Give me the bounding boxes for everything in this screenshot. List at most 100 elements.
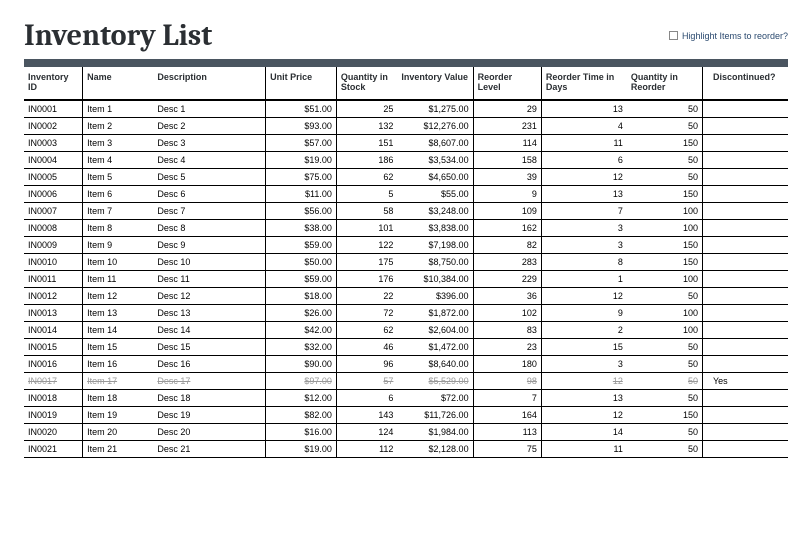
cell-quantity-reorder: 50	[627, 440, 703, 457]
cell-reorder-time: 12	[541, 287, 626, 304]
cell-discontinued	[703, 134, 789, 151]
table-row: IN0020Item 20Desc 20$16.00124$1,984.0011…	[24, 423, 788, 440]
cell-reorder-time: 4	[541, 117, 626, 134]
cell-inventory-id: IN0012	[24, 287, 83, 304]
cell-description: Desc 10	[153, 253, 265, 270]
cell-reorder-level: 29	[473, 100, 541, 118]
cell-unit-price: $19.00	[266, 440, 337, 457]
cell-discontinued	[703, 338, 789, 355]
cell-description: Desc 3	[153, 134, 265, 151]
col-reorder-level: Reorder Level	[473, 67, 541, 100]
cell-reorder-level: 109	[473, 202, 541, 219]
cell-discontinued	[703, 321, 789, 338]
col-reorder-time: Reorder Time in Days	[541, 67, 626, 100]
cell-name: Item 14	[83, 321, 154, 338]
cell-quantity-in-stock: 57	[336, 372, 397, 389]
cell-name: Item 15	[83, 338, 154, 355]
highlight-reorder-checkbox[interactable]: Highlight Items to reorder?	[669, 31, 788, 41]
cell-reorder-time: 7	[541, 202, 626, 219]
cell-reorder-time: 12	[541, 168, 626, 185]
cell-description: Desc 2	[153, 117, 265, 134]
cell-reorder-level: 7	[473, 389, 541, 406]
cell-reorder-time: 12	[541, 372, 626, 389]
cell-quantity-in-stock: 143	[336, 406, 397, 423]
cell-reorder-time: 6	[541, 151, 626, 168]
cell-description: Desc 11	[153, 270, 265, 287]
cell-unit-price: $97.00	[266, 372, 337, 389]
cell-quantity-reorder: 50	[627, 287, 703, 304]
cell-quantity-in-stock: 6	[336, 389, 397, 406]
cell-quantity-in-stock: 5	[336, 185, 397, 202]
cell-reorder-time: 15	[541, 338, 626, 355]
cell-inventory-id: IN0015	[24, 338, 83, 355]
cell-reorder-level: 162	[473, 219, 541, 236]
cell-reorder-level: 23	[473, 338, 541, 355]
cell-quantity-reorder: 50	[627, 168, 703, 185]
cell-reorder-time: 3	[541, 355, 626, 372]
table-header-row: Inventory ID Name Description Unit Price…	[24, 67, 788, 100]
cell-reorder-level: 158	[473, 151, 541, 168]
cell-unit-price: $38.00	[266, 219, 337, 236]
cell-inventory-value: $10,384.00	[397, 270, 473, 287]
cell-reorder-time: 13	[541, 100, 626, 118]
cell-unit-price: $32.00	[266, 338, 337, 355]
cell-description: Desc 14	[153, 321, 265, 338]
cell-reorder-level: 102	[473, 304, 541, 321]
cell-inventory-id: IN0005	[24, 168, 83, 185]
cell-inventory-value: $72.00	[397, 389, 473, 406]
cell-inventory-id: IN0004	[24, 151, 83, 168]
cell-quantity-in-stock: 176	[336, 270, 397, 287]
cell-name: Item 13	[83, 304, 154, 321]
cell-quantity-reorder: 50	[627, 372, 703, 389]
inventory-sheet: Inventory List Highlight Items to reorde…	[0, 0, 812, 470]
cell-reorder-level: 83	[473, 321, 541, 338]
cell-inventory-value: $3,534.00	[397, 151, 473, 168]
col-description: Description	[153, 67, 265, 100]
cell-inventory-id: IN0002	[24, 117, 83, 134]
cell-unit-price: $75.00	[266, 168, 337, 185]
cell-reorder-level: 231	[473, 117, 541, 134]
cell-inventory-value: $1,872.00	[397, 304, 473, 321]
cell-unit-price: $59.00	[266, 270, 337, 287]
cell-quantity-reorder: 150	[627, 253, 703, 270]
cell-inventory-id: IN0010	[24, 253, 83, 270]
cell-unit-price: $12.00	[266, 389, 337, 406]
cell-quantity-in-stock: 124	[336, 423, 397, 440]
cell-unit-price: $59.00	[266, 236, 337, 253]
cell-discontinued	[703, 355, 789, 372]
cell-name: Item 8	[83, 219, 154, 236]
cell-description: Desc 15	[153, 338, 265, 355]
cell-discontinued: Yes	[703, 372, 789, 389]
cell-quantity-in-stock: 122	[336, 236, 397, 253]
cell-unit-price: $26.00	[266, 304, 337, 321]
cell-discontinued	[703, 202, 789, 219]
cell-discontinued	[703, 100, 789, 118]
header-rule	[24, 59, 788, 67]
cell-reorder-time: 13	[541, 185, 626, 202]
table-row: IN0011Item 11Desc 11$59.00176$10,384.002…	[24, 270, 788, 287]
cell-quantity-in-stock: 112	[336, 440, 397, 457]
cell-inventory-value: $7,198.00	[397, 236, 473, 253]
cell-quantity-in-stock: 96	[336, 355, 397, 372]
col-name: Name	[83, 67, 154, 100]
cell-reorder-time: 1	[541, 270, 626, 287]
cell-reorder-level: 36	[473, 287, 541, 304]
cell-quantity-reorder: 150	[627, 236, 703, 253]
cell-name: Item 7	[83, 202, 154, 219]
cell-reorder-level: 164	[473, 406, 541, 423]
cell-name: Item 16	[83, 355, 154, 372]
cell-reorder-time: 3	[541, 219, 626, 236]
cell-inventory-value: $2,128.00	[397, 440, 473, 457]
cell-reorder-time: 12	[541, 406, 626, 423]
cell-description: Desc 16	[153, 355, 265, 372]
cell-name: Item 4	[83, 151, 154, 168]
cell-discontinued	[703, 236, 789, 253]
cell-reorder-time: 11	[541, 134, 626, 151]
cell-quantity-in-stock: 132	[336, 117, 397, 134]
table-row: IN0015Item 15Desc 15$32.0046$1,472.00231…	[24, 338, 788, 355]
cell-reorder-level: 98	[473, 372, 541, 389]
cell-quantity-in-stock: 62	[336, 321, 397, 338]
cell-description: Desc 5	[153, 168, 265, 185]
cell-quantity-reorder: 50	[627, 355, 703, 372]
cell-reorder-level: 75	[473, 440, 541, 457]
